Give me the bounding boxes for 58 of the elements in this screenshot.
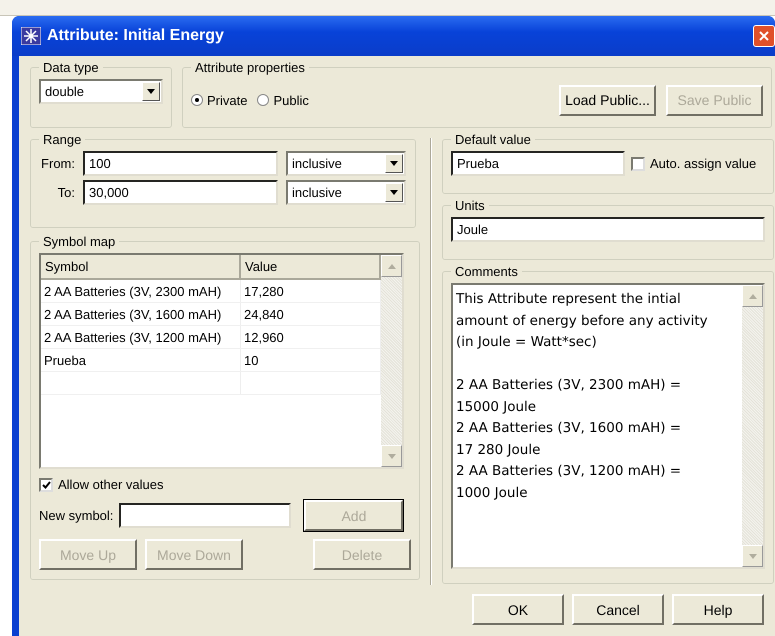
table-cell: 2 AA Batteries (3V, 1600 mAH) xyxy=(41,303,241,325)
star-icon xyxy=(21,27,41,45)
scroll-up-icon xyxy=(748,294,756,298)
group-label: Symbol map xyxy=(42,234,116,249)
group-label: Default value xyxy=(454,132,532,147)
bound-dropdown[interactable]: inclusive xyxy=(286,180,406,205)
scrollbar[interactable] xyxy=(742,285,763,567)
comment-line: (in Joule = Watt*sec) xyxy=(456,333,598,352)
field-label: To: xyxy=(56,185,75,200)
group-label: Range xyxy=(42,132,82,147)
units-field[interactable]: Joule xyxy=(451,217,765,242)
group-label: Units xyxy=(454,198,486,213)
dropdown-button[interactable] xyxy=(385,183,403,202)
dialog-button[interactable]: Cancel xyxy=(572,594,664,625)
range-field[interactable]: 30,000 xyxy=(83,180,278,205)
window-title: Attribute: Initial Energy xyxy=(47,27,224,45)
column-header[interactable]: Symbol xyxy=(41,255,241,280)
comment-line: 2 AA Batteries (3V, 1200 mAH) = xyxy=(456,462,682,481)
range-field[interactable]: 100 xyxy=(83,151,278,176)
comment-line: 17 280 Joule xyxy=(456,440,542,460)
table-cell: 2 AA Batteries (3V, 1200 mAH) xyxy=(41,326,241,348)
scroll-up-icon xyxy=(388,264,396,268)
field-label: New symbol: xyxy=(39,508,114,523)
group-label: Comments xyxy=(454,264,519,279)
field-label: From: xyxy=(40,156,75,171)
comment-line: 1000 Joule xyxy=(456,484,529,502)
auto-assign-checkbox[interactable]: Auto. assign value xyxy=(631,156,756,171)
dialog-button[interactable]: Help xyxy=(672,594,764,625)
allow-values-checkbox[interactable]: Allow other values xyxy=(39,477,411,492)
radio-option[interactable]: Public xyxy=(257,92,309,108)
scroll-down-icon xyxy=(388,454,396,458)
table-cell: Prueba xyxy=(41,349,241,371)
comment-line: 2 AA Batteries (3V, 1600 mAH) = xyxy=(456,419,682,438)
table-cell: 2 AA Batteries (3V, 2300 mAH) xyxy=(41,280,241,302)
caret-icon xyxy=(147,89,155,94)
new-symbol-field[interactable] xyxy=(119,503,292,528)
caret-icon xyxy=(390,161,398,166)
comment-line: 15000 Joule xyxy=(456,398,538,416)
comment-line: amount of energy before any activity xyxy=(456,312,709,330)
scrollbar[interactable] xyxy=(381,255,402,467)
caret-icon xyxy=(390,190,398,195)
default-value-field[interactable]: Prueba xyxy=(451,151,625,176)
dialog-button[interactable]: OK xyxy=(472,594,564,625)
group-label: Data type xyxy=(42,60,100,75)
dropdown-button[interactable] xyxy=(142,82,160,101)
dropdown-button[interactable] xyxy=(385,154,403,173)
data-type-dropdown[interactable]: double xyxy=(39,79,163,104)
bound-dropdown[interactable]: inclusive xyxy=(286,151,406,176)
radio-option[interactable]: Private xyxy=(191,92,248,108)
comment-line: This Attribute represent the intial xyxy=(456,290,682,309)
comments-field[interactable] xyxy=(451,283,765,569)
close-icon xyxy=(759,31,769,41)
group-label: Attribute properties xyxy=(194,60,306,75)
close-button[interactable] xyxy=(753,25,775,47)
public-button[interactable]: Load Public... xyxy=(559,84,656,116)
comment-line: 2 AA Batteries (3V, 2300 mAH) = xyxy=(456,376,682,395)
scroll-down-icon xyxy=(748,554,756,558)
column-header[interactable]: Value xyxy=(241,255,381,280)
